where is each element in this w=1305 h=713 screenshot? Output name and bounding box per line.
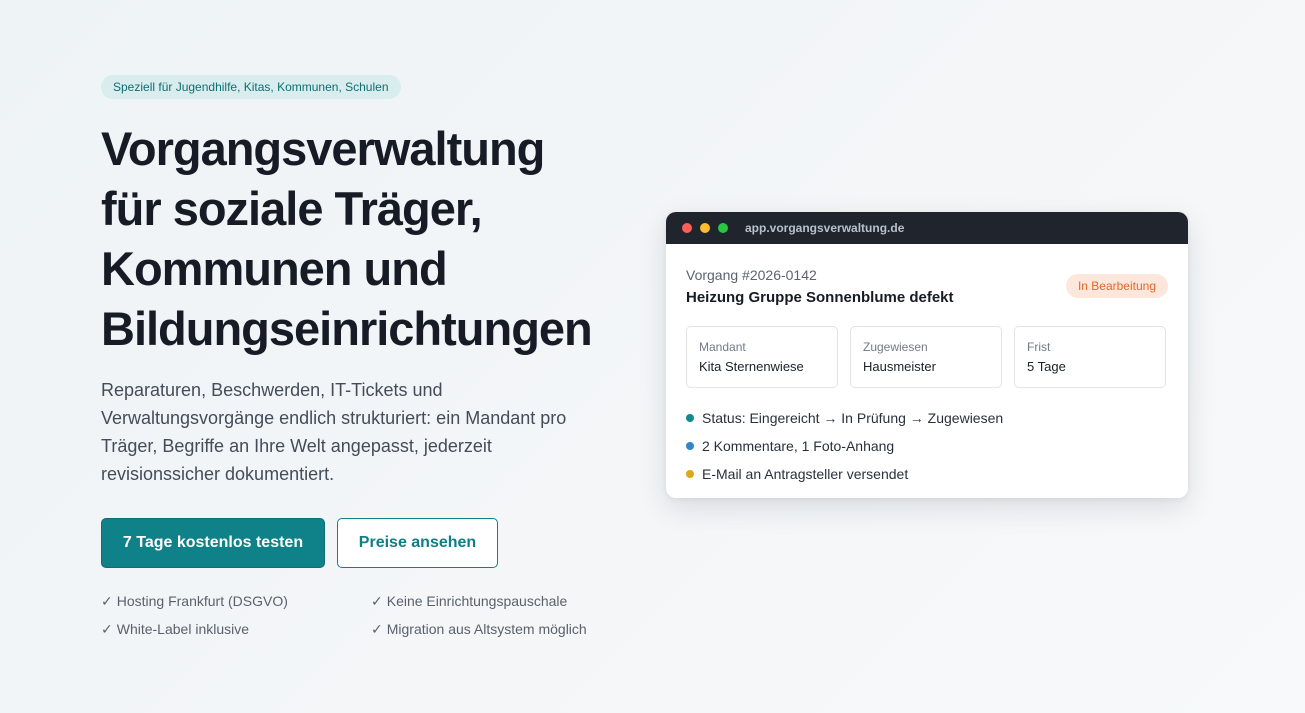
view-pricing-button[interactable]: Preise ansehen [337,518,498,568]
event-item: 2 Kommentare, 1 Foto-Anhang [686,432,1168,460]
feature-item: ✓ Migration aus Altsystem möglich [371,620,631,638]
event-text: 2 Kommentare, 1 Foto-Anhang [702,438,895,454]
comment-dot-icon [686,442,694,450]
check-icon: ✓ [101,593,113,609]
minimize-dot-icon [700,223,710,233]
maximize-dot-icon [718,223,728,233]
meta-card-mandant: Mandant Kita Sternenwiese [686,326,838,388]
feature-label: Hosting Frankfurt (DSGVO) [116,593,288,609]
case-meta-cards: Mandant Kita Sternenwiese Zugewiesen Hau… [686,326,1168,388]
event-text: E-Mail an Antragsteller versendet [702,466,909,482]
meta-card-label: Mandant [699,340,746,354]
hero-lead-text: Reparaturen, Beschwerden, IT-Tickets und… [101,376,616,488]
feature-list: ✓ Hosting Frankfurt (DSGVO) ✓ Keine Einr… [101,592,621,638]
meta-card-label: Zugewiesen [863,340,928,354]
case-detail: Vorgang #2026-0142 Heizung Gruppe Sonnen… [666,244,1188,488]
hero-headline: Vorgangsverwaltung für soziale Träger, K… [101,119,621,359]
meta-card-label: Frist [1027,340,1051,354]
check-icon: ✓ [371,621,383,637]
status-dot-icon [686,414,694,422]
meta-card-value: Hausmeister [863,359,936,374]
audience-pill: Speziell für Jugendhilfe, Kitas, Kommune… [101,75,401,99]
app-preview-window: app.vorgangsverwaltung.de Vorgang #2026-… [666,212,1188,498]
event-item: E-Mail an Antragsteller versendet [686,460,1168,488]
headline-line: für soziale Träger, [101,182,483,235]
feature-item: ✓ Keine Einrichtungspauschale [371,592,631,610]
email-dot-icon [686,470,694,478]
feature-label: White-Label inklusive [116,621,250,637]
meta-card-value: Kita Sternenwiese [699,359,804,374]
feature-item: ✓ White-Label inklusive [101,620,371,638]
close-dot-icon [682,223,692,233]
headline-line: Vorgangsverwaltung [101,122,545,175]
cta-group: 7 Tage kostenlos testen Preise ansehen [101,518,621,568]
headline-line: Kommunen und [101,242,448,295]
status-badge: In Bearbeitung [1065,274,1168,298]
feature-item: ✓ Hosting Frankfurt (DSGVO) [101,592,371,610]
window-url: app.vorgangsverwaltung.de [745,221,905,235]
free-trial-button[interactable]: 7 Tage kostenlos testen [101,518,325,568]
lead-line: Reparaturen, Beschwerden, IT-Tickets und [101,380,443,400]
feature-label: Keine Einrichtungspauschale [386,593,568,609]
headline-line: Bildungseinrichtungen [101,302,593,355]
check-icon: ✓ [101,621,113,637]
window-titlebar: app.vorgangsverwaltung.de [666,212,1188,244]
case-event-list: Status: Eingereicht → In Prüfung → Zugew… [686,404,1168,488]
meta-card-value: 5 Tage [1027,359,1066,374]
event-text: Status: Eingereicht → In Prüfung → Zugew… [702,410,1004,426]
check-icon: ✓ [371,593,383,609]
feature-label: Migration aus Altsystem möglich [386,621,587,637]
hero-left-column: Speziell für Jugendhilfe, Kitas, Kommune… [101,75,621,638]
meta-card-deadline: Frist 5 Tage [1014,326,1166,388]
lead-line: Träger, Begriffe an Ihre Welt angepasst,… [101,436,492,456]
hero-section: Speziell für Jugendhilfe, Kitas, Kommune… [0,0,1305,713]
lead-line: Verwaltungsvorgänge endlich strukturiert… [101,408,567,428]
lead-line: revisionssicher dokumentiert. [101,464,335,484]
meta-card-assigned: Zugewiesen Hausmeister [850,326,1002,388]
event-item: Status: Eingereicht → In Prüfung → Zugew… [686,404,1168,432]
